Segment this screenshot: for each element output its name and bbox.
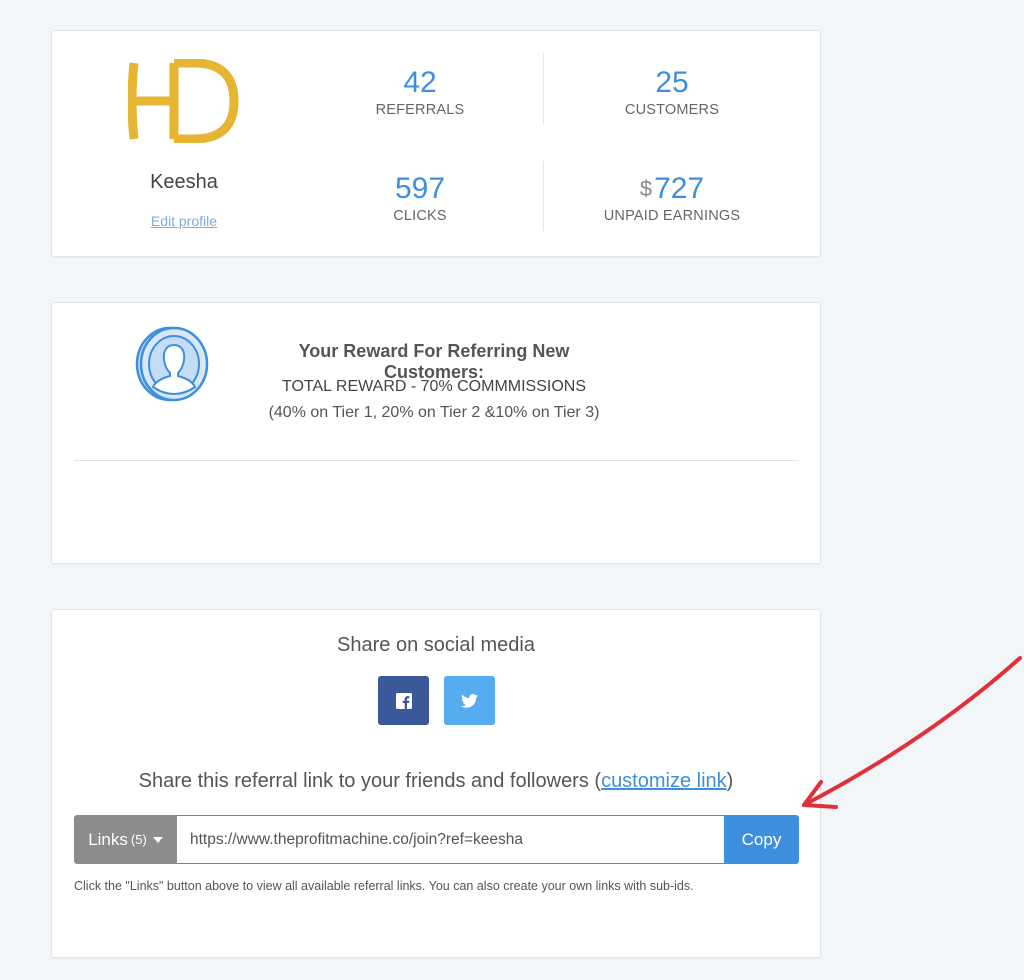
customize-link[interactable]: customize link	[601, 770, 727, 792]
stat-unpaid-earnings: $727 UNPAID EARNINGS	[552, 171, 792, 224]
referral-link-row: Links (5) Copy	[74, 815, 799, 864]
user-coin-icon	[135, 326, 209, 402]
profile-stats-card: Keesha Edit profile 42 REFERRALS 25 CUST…	[51, 30, 821, 257]
reward-title: Your Reward For Referring New Customers:	[298, 341, 570, 382]
clicks-label: CLICKS	[393, 208, 447, 224]
earnings-amount: $727	[552, 171, 792, 207]
profile-name: Keesha	[150, 171, 218, 193]
clicks-count: 597	[394, 172, 446, 205]
earnings-value: 727	[654, 172, 705, 205]
reward-tiers: (40% on Tier 1, 20% on Tier 2 &10% on Ti…	[268, 404, 600, 421]
red-arrow-annotation	[802, 656, 1022, 809]
caret-down-icon	[152, 836, 163, 843]
links-count: (5)	[130, 832, 147, 847]
edit-profile-container: Edit profile	[52, 213, 316, 229]
reward-total: TOTAL REWARD - 70% COMMMISSIONS	[281, 378, 587, 395]
referral-heading-text: Share this referral link to your friends…	[138, 770, 602, 792]
referral-link-input[interactable]	[177, 815, 724, 864]
links-dropdown-button[interactable]: Links (5)	[74, 815, 177, 864]
earnings-label: UNPAID EARNINGS	[603, 208, 741, 224]
share-social-title: Share on social media	[337, 634, 535, 656]
links-label: Links	[88, 829, 128, 849]
stat-referrals: 42 REFERRALS	[300, 65, 540, 118]
currency-symbol: $	[639, 176, 653, 201]
stats-divider	[543, 53, 544, 125]
edit-profile-link[interactable]: Edit profile	[151, 213, 217, 229]
customers-count: 25	[655, 66, 689, 99]
facebook-icon	[395, 692, 412, 709]
stat-clicks: 597 CLICKS	[300, 171, 540, 224]
share-card: Share on social media Share this referra…	[51, 609, 821, 958]
customers-label: CUSTOMERS	[624, 102, 720, 118]
twitter-icon	[461, 693, 478, 708]
referrals-label: REFERRALS	[375, 102, 465, 118]
reward-card: Your Reward For Referring New Customers:…	[51, 302, 821, 564]
reward-divider	[74, 460, 799, 461]
stats-divider	[543, 161, 544, 231]
facebook-share-button[interactable]	[378, 676, 429, 725]
referral-heading-close: )	[726, 770, 734, 792]
hd-logo	[128, 59, 239, 143]
referrals-count: 42	[403, 66, 437, 99]
referral-heading: Share this referral link to your friends…	[52, 770, 820, 793]
links-help-text: Click the "Links" button above to view a…	[74, 879, 694, 893]
stat-customers: 25 CUSTOMERS	[552, 65, 792, 118]
twitter-share-button[interactable]	[444, 676, 495, 725]
copy-button[interactable]: Copy	[724, 815, 799, 864]
